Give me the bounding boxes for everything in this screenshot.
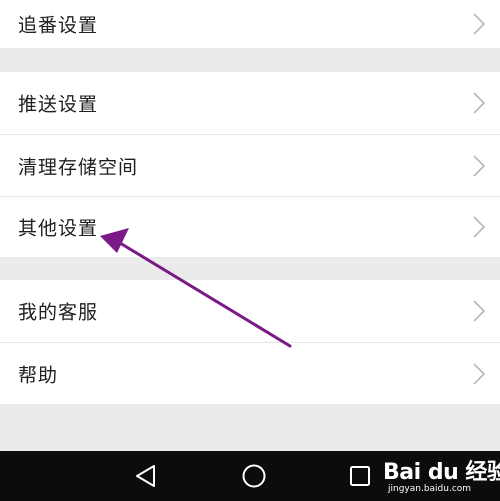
settings-item-clear-storage[interactable]: 清理存储空间 <box>0 135 500 196</box>
settings-item-help[interactable]: 帮助 <box>0 343 500 404</box>
settings-item-push-settings[interactable]: 推送设置 <box>0 72 500 134</box>
chevron-right-icon <box>473 13 486 35</box>
watermark-url: jingyan.baidu.com <box>388 484 472 494</box>
chevron-right-icon <box>473 92 486 114</box>
settings-item-label: 推送设置 <box>18 93 99 116</box>
settings-item-follow-settings[interactable]: 追番设置 <box>0 0 500 48</box>
settings-item-label: 帮助 <box>18 364 59 386</box>
chevron-right-icon <box>473 216 486 238</box>
recents-square-icon <box>350 466 370 486</box>
settings-item-label: 我的客服 <box>18 301 99 324</box>
home-circle-icon <box>242 464 266 488</box>
nav-home-button[interactable] <box>224 451 284 501</box>
chevron-right-icon <box>473 300 486 322</box>
settings-item-label: 其他设置 <box>18 217 99 240</box>
settings-item-label: 追番设置 <box>18 14 99 37</box>
watermark-brand: Bai du 经验 <box>383 460 500 485</box>
baidu-jingyan-watermark: Bai du 经验 jingyan.baidu.com <box>383 452 500 500</box>
settings-item-label: 清理存储空间 <box>18 156 139 178</box>
settings-item-other-settings[interactable]: 其他设置 <box>0 197 500 257</box>
settings-screen: 追番设置 推送设置 清理存储空间 其他设置 我的客服 帮助 Bai du 经验 … <box>0 0 500 501</box>
chevron-right-icon <box>473 154 486 177</box>
settings-item-customer-service[interactable]: 我的客服 <box>0 280 500 342</box>
back-triangle-icon <box>136 465 155 487</box>
nav-back-button[interactable] <box>116 451 176 501</box>
nav-recents-button[interactable] <box>330 451 390 501</box>
chevron-right-icon <box>473 362 486 385</box>
